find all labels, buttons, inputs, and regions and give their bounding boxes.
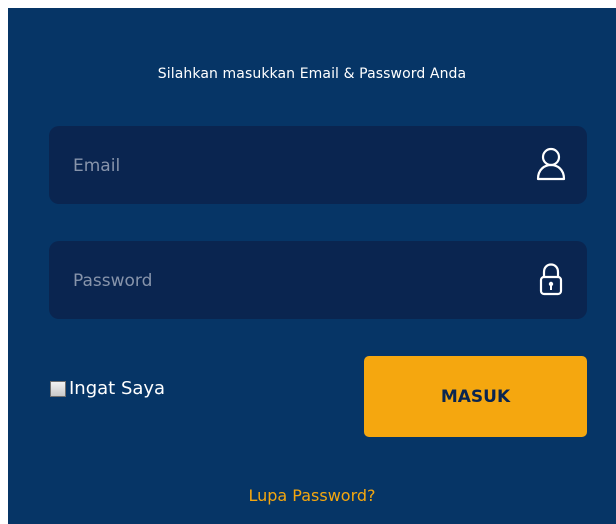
remember-me[interactable]: Ingat Saya bbox=[50, 378, 165, 399]
forgot-password-link[interactable]: Lupa Password? bbox=[8, 486, 616, 505]
user-icon bbox=[533, 146, 569, 184]
remember-me-label: Ingat Saya bbox=[69, 378, 166, 399]
login-button[interactable]: MASUK bbox=[364, 356, 587, 437]
email-field-container bbox=[49, 126, 587, 206]
login-panel: Silahkan masukkan Email & Password Anda … bbox=[8, 8, 616, 524]
email-field[interactable] bbox=[71, 126, 495, 206]
password-field-container bbox=[49, 241, 587, 321]
password-field[interactable] bbox=[71, 241, 495, 321]
login-instruction: Silahkan masukkan Email & Password Anda bbox=[157, 66, 467, 82]
lock-icon bbox=[533, 261, 569, 299]
remember-me-checkbox[interactable] bbox=[50, 380, 66, 397]
